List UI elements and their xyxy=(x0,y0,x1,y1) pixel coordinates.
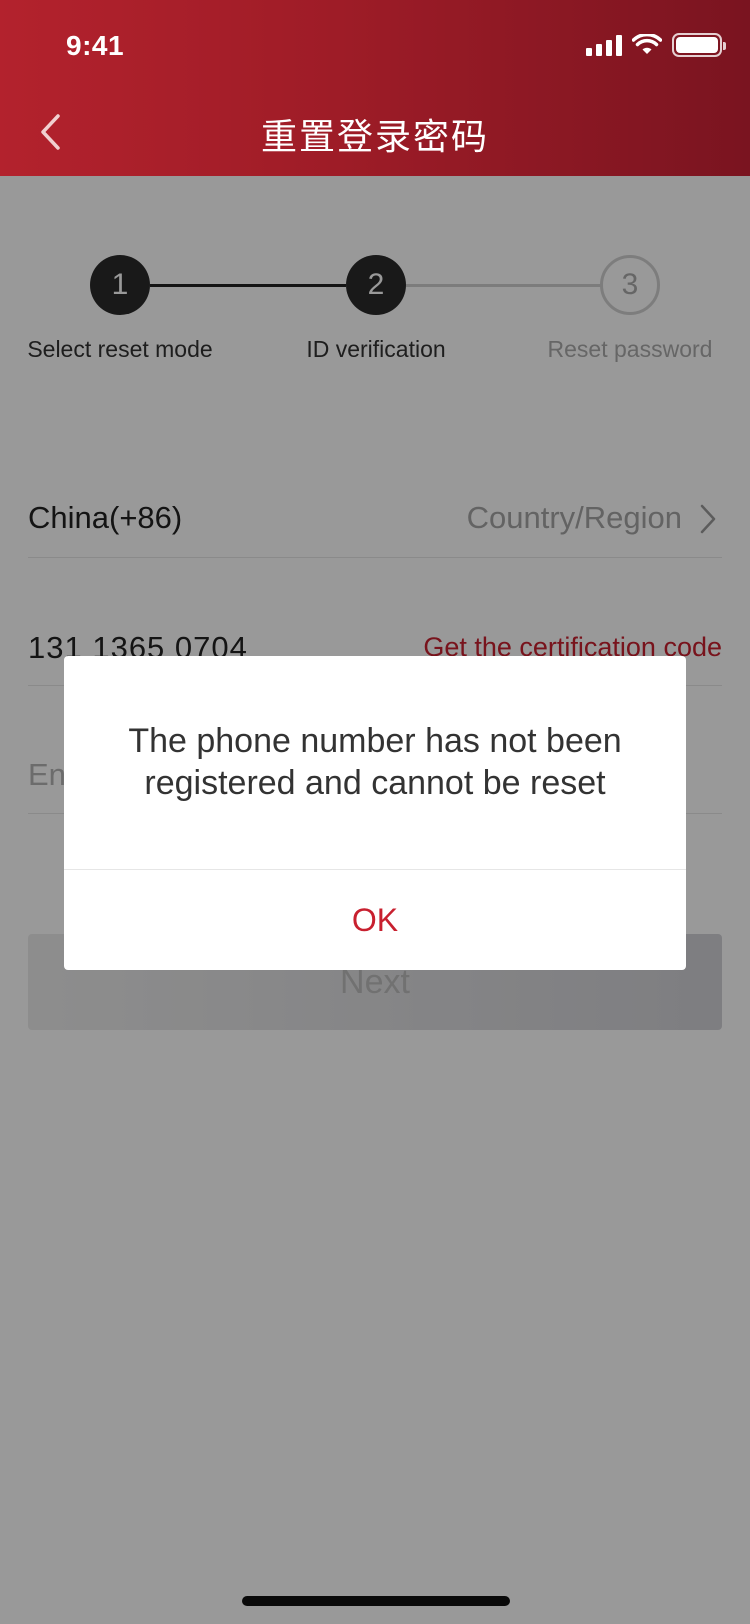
status-icons xyxy=(586,32,726,58)
dialog-message: The phone number has not been registered… xyxy=(128,722,622,802)
alert-dialog: The phone number has not been registered… xyxy=(64,656,686,970)
status-time: 9:41 xyxy=(66,30,125,61)
page-title: 重置登录密码 xyxy=(260,117,489,158)
battery-icon xyxy=(672,33,726,57)
app-header: 9:41 重置登录密码 xyxy=(0,0,750,176)
wifi-icon xyxy=(632,34,662,54)
cellular-signal-icon xyxy=(586,34,622,56)
ok-button[interactable]: OK xyxy=(64,870,686,970)
